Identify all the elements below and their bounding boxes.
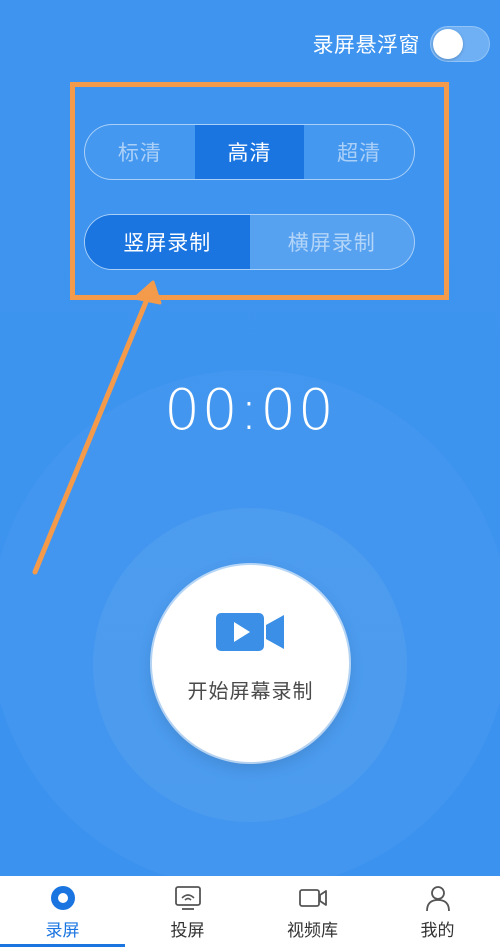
nav-label-profile: 我的	[420, 921, 455, 941]
nav-item-record[interactable]: 录屏	[0, 876, 125, 947]
nav-label-cast: 投屏	[170, 921, 205, 941]
screen-recorder-app: 录屏悬浮窗 标清 高清 超清 竖屏录制 横屏录制 00:00 开始屏幕录制 录屏…	[0, 0, 500, 947]
start-recording-button[interactable]: 开始屏幕录制	[152, 565, 349, 762]
nav-label-video-library: 视频库	[287, 921, 338, 941]
video-library-icon	[298, 889, 327, 907]
float-window-toggle-row: 录屏悬浮窗	[312, 24, 490, 64]
recording-timer: 00:00	[164, 378, 336, 443]
nav-item-profile[interactable]: 我的	[375, 876, 500, 947]
start-recording-label: 开始屏幕录制	[187, 679, 314, 703]
bottom-navigation: 录屏 投屏 视频库 我的	[0, 876, 500, 947]
profile-icon	[425, 886, 450, 912]
annotation-highlight-box	[70, 82, 449, 300]
record-icon	[50, 886, 75, 910]
nav-label-record: 录屏	[45, 921, 80, 941]
nav-item-cast[interactable]: 投屏	[125, 876, 250, 947]
cast-icon	[174, 886, 201, 910]
float-window-switch[interactable]	[430, 26, 490, 62]
float-window-label: 录屏悬浮窗	[312, 33, 420, 57]
video-camera-icon	[215, 613, 284, 651]
nav-item-video-library[interactable]: 视频库	[250, 876, 375, 947]
switch-knob	[433, 29, 463, 59]
